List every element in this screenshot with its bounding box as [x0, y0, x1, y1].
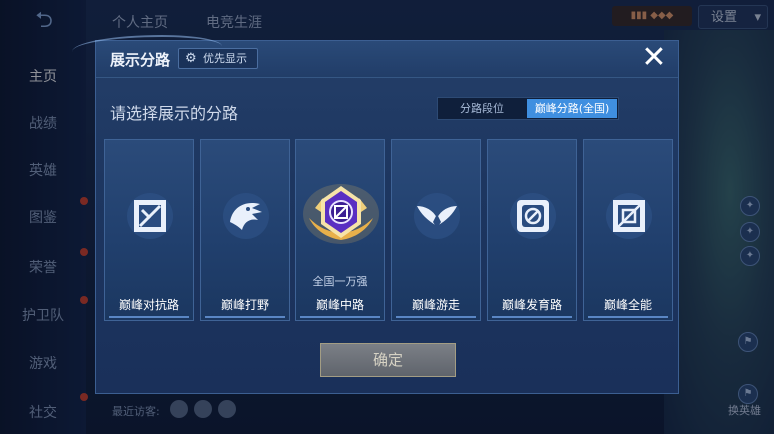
card-label: 巅峰中路: [315, 298, 364, 312]
card-label: 巅峰游走: [411, 298, 460, 312]
lane-source-toggle: 分路段位 巅峰分路(全国): [437, 97, 619, 120]
clash-lane-icon: [127, 193, 173, 239]
lane-display-modal: 展示分路 ⚙ 优先显示 ✕ 请选择展示的分路 分路段位 巅峰分路(全国) 巅峰对…: [72, 35, 679, 394]
lane-card-farm[interactable]: 巅峰发育路: [487, 139, 577, 321]
toggle-peak-lane-national[interactable]: 巅峰分路(全国): [527, 99, 617, 118]
close-icon[interactable]: ✕: [638, 43, 670, 75]
card-underline: [588, 316, 668, 318]
mid-lane-badge-icon: [303, 184, 379, 244]
card-underline: [109, 316, 189, 318]
priority-display-label: 优先显示: [203, 52, 247, 65]
lane-card-clash[interactable]: 巅峰对抗路: [104, 139, 194, 321]
lane-card-all-round[interactable]: 巅峰全能: [583, 139, 673, 321]
priority-display-button[interactable]: ⚙ 优先显示: [178, 48, 258, 69]
card-label: 巅峰打野: [220, 298, 269, 312]
card-underline: [300, 316, 380, 318]
lane-card-jungle[interactable]: 巅峰打野: [200, 139, 290, 321]
gear-icon: ⚙: [185, 51, 197, 66]
card-underline: [205, 316, 285, 318]
card-subtext: 全国一万强: [312, 275, 368, 288]
card-underline: [492, 316, 572, 318]
card-underline: [396, 316, 476, 318]
card-label: 巅峰全能: [603, 298, 652, 312]
all-round-icon: [606, 193, 652, 239]
card-label: 巅峰对抗路: [118, 298, 179, 312]
toggle-lane-rank[interactable]: 分路段位: [439, 99, 525, 118]
modal-subtitle: 请选择展示的分路: [110, 104, 239, 123]
modal-title: 展示分路: [110, 51, 171, 69]
card-label: 巅峰发育路: [501, 298, 562, 312]
lane-card-mid[interactable]: 全国一万强 巅峰中路: [295, 139, 385, 321]
modal-header: 展示分路 ⚙ 优先显示 ✕: [72, 35, 678, 78]
roam-icon: [414, 193, 460, 239]
confirm-button[interactable]: 确定: [320, 343, 456, 377]
lane-cards: 巅峰对抗路 巅峰打野 全国一万强 巅峰中路 巅峰游走 巅峰发育路 巅峰全能: [104, 139, 674, 321]
farm-lane-icon: [510, 193, 556, 239]
lane-card-roam[interactable]: 巅峰游走: [391, 139, 481, 321]
jungle-icon: [223, 193, 269, 239]
